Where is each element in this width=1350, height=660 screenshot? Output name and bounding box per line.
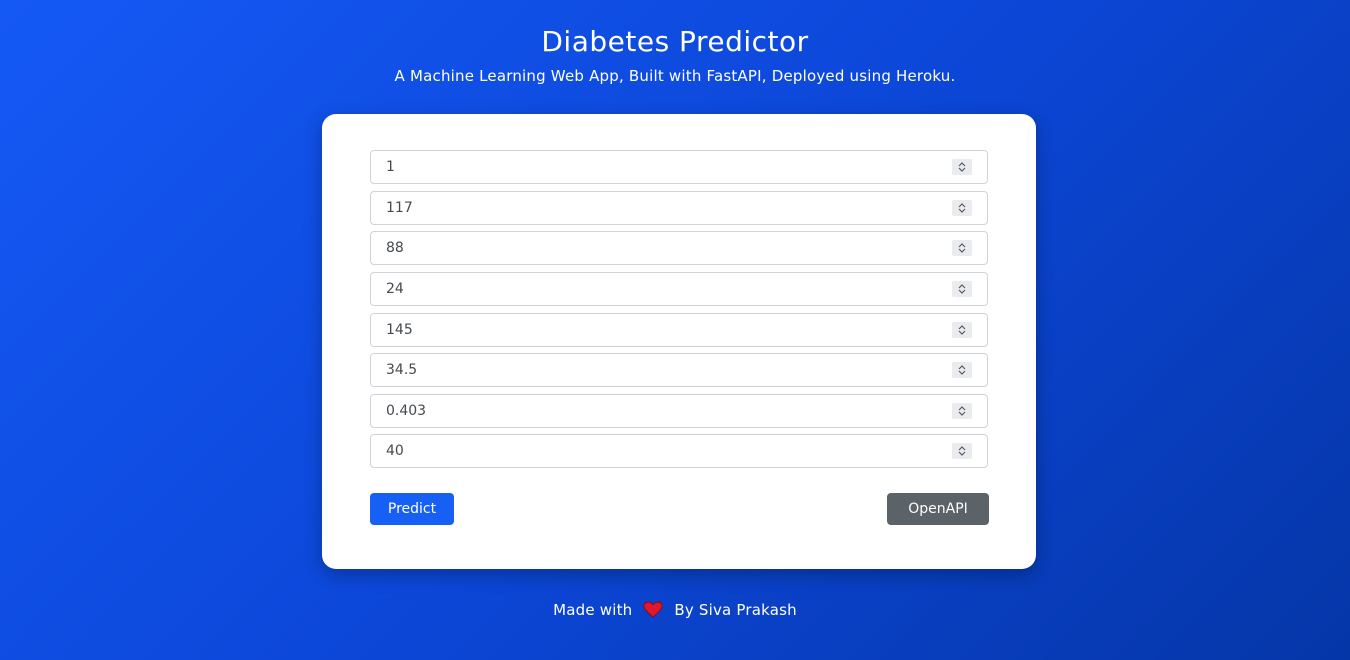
spinner-arrows-icon[interactable]: [952, 443, 972, 459]
footer: Made with By Siva Prakash: [0, 600, 1350, 623]
number-input[interactable]: 145: [370, 313, 988, 347]
spinner-arrows-icon[interactable]: [952, 159, 972, 175]
input-value: 0.403: [386, 403, 427, 419]
page-subtitle: A Machine Learning Web App, Built with F…: [394, 67, 956, 85]
footer-author: By Siva Prakash: [674, 601, 797, 619]
heart-icon: [643, 601, 663, 623]
input-value: 1: [386, 159, 395, 175]
number-input[interactable]: 1: [370, 150, 988, 184]
prediction-form-card: 1 117 88 24 145 34.5 0.403 40 Predict Op…: [322, 114, 1036, 569]
page-title: Diabetes Predictor: [541, 25, 809, 58]
number-input[interactable]: 24: [370, 272, 988, 306]
predict-button[interactable]: Predict: [370, 493, 454, 525]
number-input[interactable]: 34.5: [370, 353, 988, 387]
number-input[interactable]: 117: [370, 191, 988, 225]
spinner-arrows-icon[interactable]: [952, 281, 972, 297]
number-input[interactable]: 88: [370, 231, 988, 265]
number-input[interactable]: 40: [370, 434, 988, 468]
spinner-arrows-icon[interactable]: [952, 240, 972, 256]
input-value: 40: [386, 443, 404, 459]
spinner-arrows-icon[interactable]: [952, 200, 972, 216]
input-value: 117: [386, 200, 413, 216]
header: Diabetes Predictor A Machine Learning We…: [0, 22, 1350, 86]
input-value: 145: [386, 322, 413, 338]
input-value: 24: [386, 281, 404, 297]
number-input[interactable]: 0.403: [370, 394, 988, 428]
openapi-button[interactable]: OpenAPI: [887, 493, 989, 525]
input-value: 34.5: [386, 362, 418, 378]
spinner-arrows-icon[interactable]: [952, 322, 972, 338]
footer-made-with: Made with: [553, 601, 633, 619]
spinner-arrows-icon[interactable]: [952, 403, 972, 419]
input-value: 88: [386, 240, 404, 256]
spinner-arrows-icon[interactable]: [952, 362, 972, 378]
